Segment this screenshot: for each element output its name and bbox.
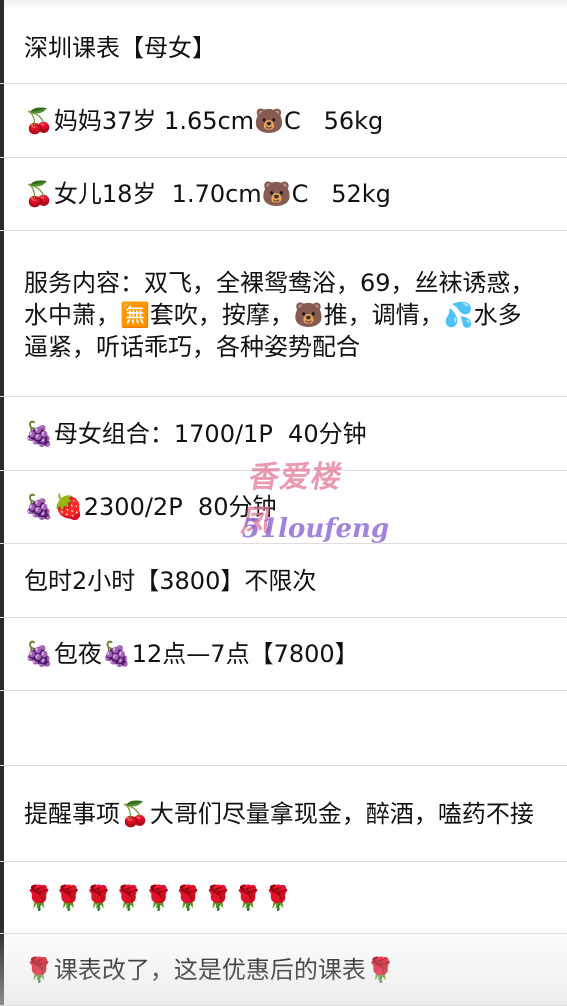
note-text: 🌹🌹🌹🌹🌹🌹🌹🌹🌹 xyxy=(24,883,293,912)
note-line[interactable]: 🌹🌹🌹🌹🌹🌹🌹🌹🌹 xyxy=(0,862,567,934)
note-text: 🍒妈妈37岁 1.65cm🐻C 56kg xyxy=(24,106,384,135)
note-line[interactable]: 🍇包夜🍇12点—7点【7800】 xyxy=(0,618,567,691)
note-line[interactable]: 🍒女儿18岁 1.70cm🐻C 52kg xyxy=(0,158,567,231)
note-line[interactable]: 🌹课表改了，这是优惠后的课表🌹 xyxy=(0,934,567,1006)
note-text: 🍇母女组合：1700/1P 40分钟 xyxy=(24,419,367,448)
notes-list: 深圳课表【母女】 🍒妈妈37岁 1.65cm🐻C 56kg 🍒女儿18岁 1.7… xyxy=(0,12,567,1006)
top-edge xyxy=(0,0,567,10)
note-line[interactable]: 包时2小时【3800】不限次 xyxy=(0,544,567,618)
note-line[interactable]: 服务内容：双飞，全裸鸳鸯浴，69，丝袜诱惑，水中萧，🈚套吹，按摩，🐻推，调情，💦… xyxy=(0,231,567,397)
note-text: 🌹课表改了，这是优惠后的课表🌹 xyxy=(24,955,396,984)
note-line[interactable]: 提醒事项🍒大哥们尽量拿现金，醉酒，嗑药不接 xyxy=(0,766,567,862)
note-text: 服务内容：双飞，全裸鸳鸯浴，69，丝袜诱惑，水中萧，🈚套吹，按摩，🐻推，调情，💦… xyxy=(24,268,535,361)
note-line-empty[interactable] xyxy=(0,691,567,766)
notes-screen: 深圳课表【母女】 🍒妈妈37岁 1.65cm🐻C 56kg 🍒女儿18岁 1.7… xyxy=(0,0,567,1006)
note-text: 包时2小时【3800】不限次 xyxy=(24,566,317,595)
note-text: 提醒事项🍒大哥们尽量拿现金，醉酒，嗑药不接 xyxy=(24,799,534,828)
note-line[interactable]: 🍇母女组合：1700/1P 40分钟 xyxy=(0,397,567,471)
note-title: 深圳课表【母女】 xyxy=(24,33,216,62)
note-line[interactable]: 🍇🍓2300/2P 80分钟 xyxy=(0,471,567,544)
note-line[interactable]: 深圳课表【母女】 xyxy=(0,12,567,84)
note-line[interactable]: 🍒妈妈37岁 1.65cm🐻C 56kg xyxy=(0,84,567,158)
note-text: 🍇包夜🍇12点—7点【7800】 xyxy=(24,640,359,668)
note-text: 🍇🍓2300/2P 80分钟 xyxy=(24,493,277,521)
note-text: 🍒女儿18岁 1.70cm🐻C 52kg xyxy=(24,180,391,208)
